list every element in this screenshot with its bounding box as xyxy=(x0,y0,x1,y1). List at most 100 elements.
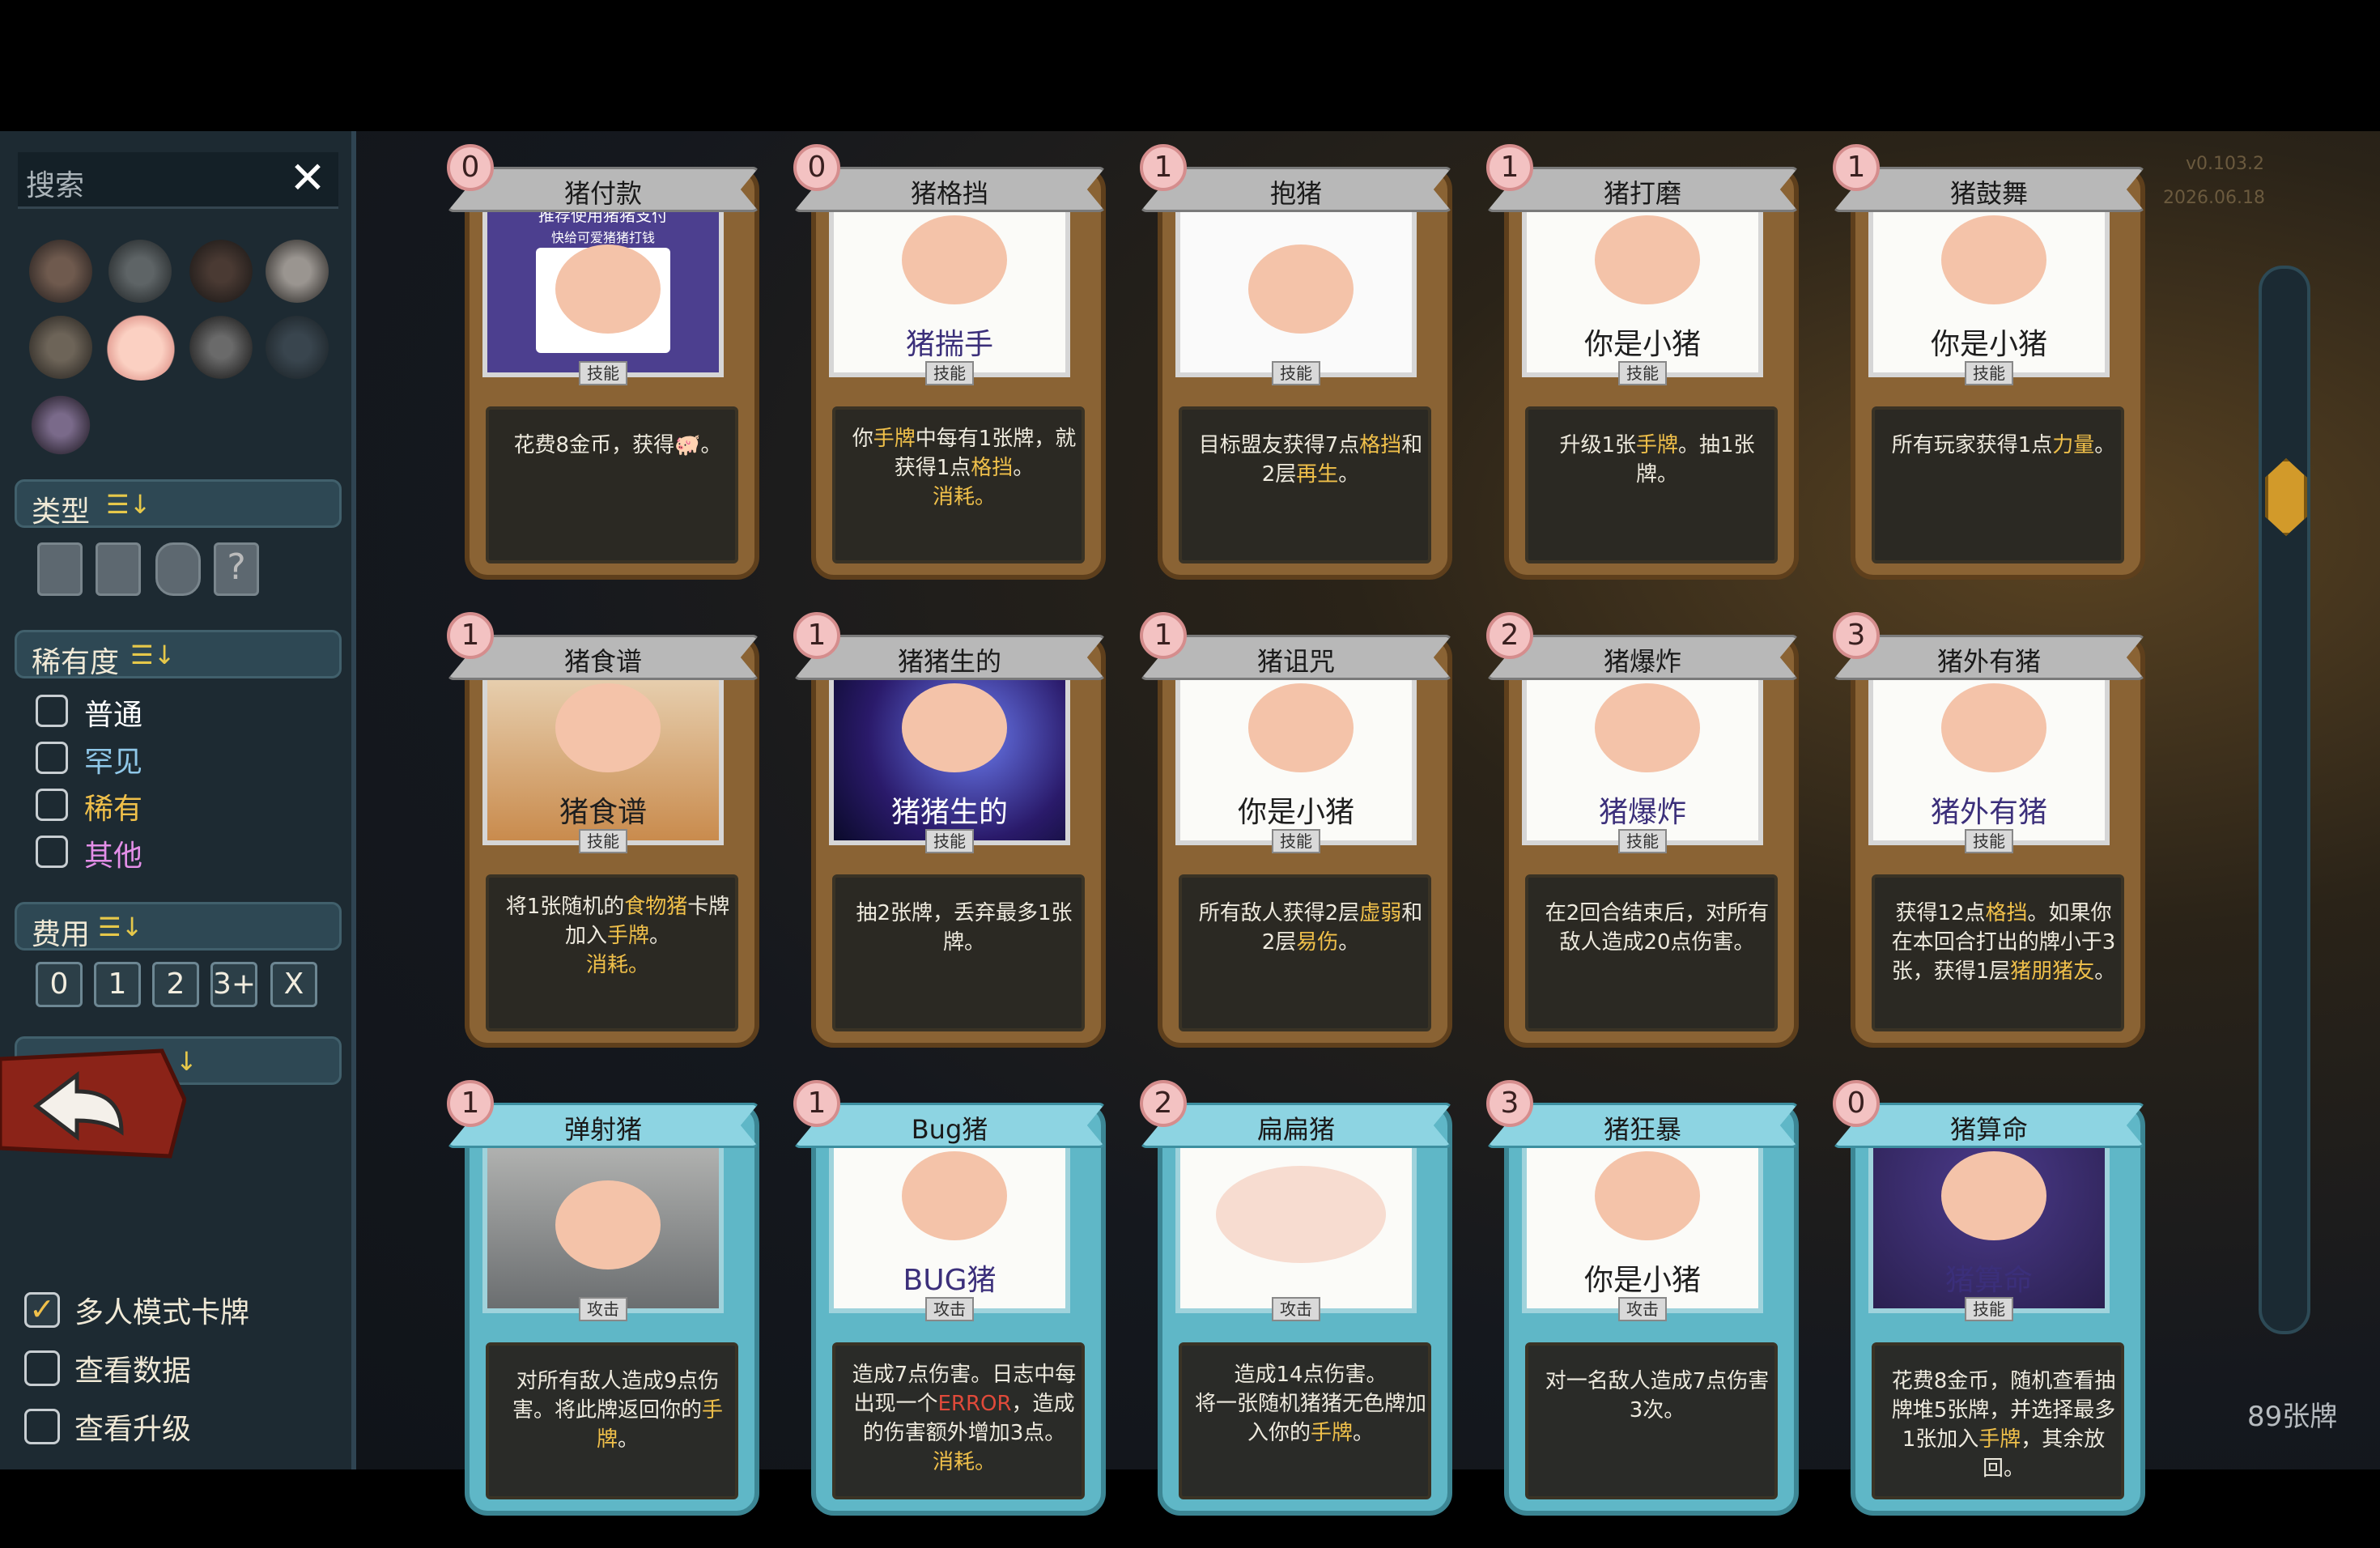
card-description-box: 你手牌中每有1张牌，就获得1点格挡。 消耗。 xyxy=(832,406,1085,563)
card-猪爆炸[interactable]: 在2回合结束后，对所有敌人造成20点伤害。 猪爆炸 技能 猪爆炸 2 xyxy=(1486,612,1799,1049)
cost-3plus-button[interactable]: 3+ xyxy=(210,962,257,1007)
rarity-uncommon-checkbox[interactable] xyxy=(36,742,68,774)
card-name: 猪诅咒 xyxy=(1256,646,1335,677)
cost-0-button[interactable]: 0 xyxy=(36,962,83,1007)
card-猪猪生的[interactable]: 抽2张牌，丢弃最多1张牌。 猪猪生的 技能 猪猪生的 1 xyxy=(793,612,1106,1049)
card-猪鼓舞[interactable]: 所有玩家获得1点力量。 你是小猪 技能 猪鼓舞 1 xyxy=(1833,144,2145,581)
pig-icon xyxy=(1216,1166,1386,1263)
card-name: 弹射猪 xyxy=(563,1114,642,1145)
card-name: 猪格挡 xyxy=(910,178,988,209)
card-抱猪[interactable]: 目标盟友获得7点格挡和2层再生。 技能 抱猪 1 xyxy=(1140,144,1452,581)
card-猪诅咒[interactable]: 所有敌人获得2层虚弱和2层易伤。 你是小猪 技能 猪诅咒 1 xyxy=(1140,612,1452,1049)
skull-icon[interactable] xyxy=(266,240,329,303)
art-caption: 你是小猪 xyxy=(1583,1264,1701,1297)
card-description-box: 目标盟友获得7点格挡和2层再生。 xyxy=(1179,406,1431,563)
card-猪算命[interactable]: 花费8金币，随机查看抽牌堆5张牌，并选择最多1张加入手牌，其余放回。 猪算命 技能猪… xyxy=(1833,1080,2145,1517)
art-caption: BUG猪 xyxy=(903,1264,997,1297)
type-skill-button[interactable] xyxy=(96,542,141,596)
card-description-box: 抽2张牌，丢弃最多1张牌。 xyxy=(832,874,1085,1031)
card-description: 所有玩家获得1点力量。 xyxy=(1891,433,2116,457)
pig-icon xyxy=(1248,245,1354,334)
card-猪食谱[interactable]: 将1张随机的食物猪卡牌加入手牌。 消耗。 猪食谱 技能 猪食谱 1 xyxy=(447,612,759,1049)
card-type-label: 攻击 xyxy=(925,1297,974,1321)
type-filter-header[interactable]: 类型 ☰↓ xyxy=(15,479,342,529)
multiplayer-cards-label: 多人模式卡牌 xyxy=(74,1296,250,1329)
type-attack-button[interactable] xyxy=(37,542,83,596)
beast-skull-icon[interactable] xyxy=(108,240,172,303)
card-description: 抽2张牌，丢弃最多1张牌。 xyxy=(856,901,1073,955)
cost-x-button[interactable]: X xyxy=(270,962,317,1007)
type-power-button[interactable] xyxy=(155,542,201,596)
pig-icon xyxy=(555,245,661,334)
card-description: 花费8金币，获得🐖。 xyxy=(513,433,722,457)
pig-icon xyxy=(902,1151,1007,1240)
card-description: 对一名敌人造成7点伤害3次。 xyxy=(1545,1369,1770,1423)
paw-icon[interactable] xyxy=(29,316,92,379)
red-claw-icon[interactable] xyxy=(29,240,92,303)
rarity-common-checkbox[interactable] xyxy=(36,695,68,727)
card-description: 你手牌中每有1张牌，就获得1点格挡。 消耗。 xyxy=(852,427,1077,509)
card-description-box: 花费8金币，获得🐖。 xyxy=(486,406,738,563)
sort-icon[interactable]: ☰↓ xyxy=(98,912,143,942)
pig-icon xyxy=(1941,683,2046,772)
card-description-box: 获得12点格挡。如果你在本回合打出的牌小于3张，获得1层猪朋猪友。 xyxy=(1872,874,2124,1031)
card-description: 目标盟友获得7点格挡和2层再生。 xyxy=(1198,433,1423,487)
card-Bug猪[interactable]: 造成7点伤害。日志中每出现一个ERROR，造成的伤害额外增加3点。 消耗。 BUG猪… xyxy=(793,1080,1106,1517)
pig-icon[interactable] xyxy=(104,311,178,381)
card-art: 猪算命 xyxy=(1868,1129,2110,1313)
pig-icon xyxy=(902,683,1007,772)
card-description-box: 所有玩家获得1点力量。 xyxy=(1872,406,2124,563)
card-name: 抱猪 xyxy=(1269,178,1322,209)
card-art: 你是小猪 xyxy=(1522,1129,1763,1313)
card-cost: 1 xyxy=(447,1080,494,1127)
search-input[interactable]: 搜索 ✕ xyxy=(18,152,338,209)
card-猪外有猪[interactable]: 获得12点格挡。如果你在本回合打出的牌小于3张，获得1层猪朋猪友。 猪外有猪 技能猪… xyxy=(1833,612,2145,1049)
cost-filter-header[interactable]: 费用 ☰↓ xyxy=(15,902,342,951)
multiplayer-cards-checkbox[interactable]: ✓ xyxy=(24,1292,60,1328)
pig-icon xyxy=(1595,1151,1700,1240)
scrollbar-track[interactable] xyxy=(2259,266,2310,1334)
type-other-button[interactable]: ? xyxy=(214,542,259,596)
view-stats-checkbox[interactable] xyxy=(24,1350,60,1386)
back-button[interactable] xyxy=(0,1043,187,1164)
card-弹射猪[interactable]: 对所有敌人造成9点伤害。将此牌返回你的手牌。 攻击 弹射猪 1 xyxy=(447,1080,759,1517)
sort-icon[interactable]: ☰↓ xyxy=(106,489,151,520)
card-art: 猪猪生的 xyxy=(829,661,1070,845)
card-猪狂暴[interactable]: 对一名敌人造成7点伤害3次。 你是小猪 攻击 猪狂暴 3 xyxy=(1486,1080,1799,1517)
card-description: 获得12点格挡。如果你在本回合打出的牌小于3张，获得1层猪朋猪友。 xyxy=(1891,901,2116,984)
card-猪付款[interactable]: 花费8金币，获得🐖。 推荐使用猪猪支付 快给可爱猪猪打钱 技能 猪付款 0 xyxy=(447,144,759,581)
art-caption: 猪爆炸 xyxy=(1598,796,1686,829)
cost-1-button[interactable]: 1 xyxy=(94,962,141,1007)
rarity-filter-header[interactable]: 稀有度 ☰↓ xyxy=(15,630,342,679)
card-description-box: 对一名敌人造成7点伤害3次。 xyxy=(1525,1342,1778,1499)
dark-creature-icon[interactable] xyxy=(266,316,329,379)
card-扁扁猪[interactable]: 造成14点伤害。 将一张随机猪猪无色牌加入你的手牌。 攻击 扁扁猪 2 xyxy=(1140,1080,1452,1517)
card-type-label: 技能 xyxy=(925,829,974,853)
view-upgrades-checkbox[interactable] xyxy=(24,1409,60,1444)
card-description-box: 造成14点伤害。 将一张随机猪猪无色牌加入你的手牌。 xyxy=(1179,1342,1431,1499)
card-art: 猪食谱 xyxy=(482,661,724,845)
rarity-rare-label: 稀有 xyxy=(84,793,143,826)
card-description: 花费8金币，随机查看抽牌堆5张牌，并选择最多1张加入手牌，其余放回。 xyxy=(1891,1369,2116,1481)
card-type-label: 技能 xyxy=(1618,829,1667,853)
card-name: 猪爆炸 xyxy=(1603,646,1681,677)
cost-2-button[interactable]: 2 xyxy=(152,962,199,1007)
card-cost: 0 xyxy=(793,144,840,191)
rarity-other-checkbox[interactable] xyxy=(36,836,68,868)
orb-icon[interactable] xyxy=(189,316,253,379)
card-猪格挡[interactable]: 你手牌中每有1张牌，就获得1点格挡。 消耗。 猪揣手 技能 猪格挡 0 xyxy=(793,144,1106,581)
card-cost: 1 xyxy=(1140,144,1187,191)
star-dagger-icon[interactable] xyxy=(189,240,253,303)
art-caption: 猪食谱 xyxy=(559,796,647,829)
sort-icon[interactable]: ☰↓ xyxy=(130,640,176,670)
card-art: BUG猪 xyxy=(829,1129,1070,1313)
card-description: 造成14点伤害。 将一张随机猪猪无色牌加入你的手牌。 xyxy=(1194,1363,1426,1445)
card-description: 将1张随机的食物猪卡牌加入手牌。 消耗。 xyxy=(505,895,730,977)
pig-icon xyxy=(902,215,1007,304)
crystal-icon[interactable] xyxy=(29,393,92,457)
close-icon[interactable]: ✕ xyxy=(287,156,329,200)
card-猪打磨[interactable]: 升级1张手牌。抽1张牌。 你是小猪 技能 猪打磨 1 xyxy=(1486,144,1799,581)
rarity-rare-checkbox[interactable] xyxy=(36,789,68,821)
art-caption: 你是小猪 xyxy=(1930,328,2047,361)
card-description-box: 花费8金币，随机查看抽牌堆5张牌，并选择最多1张加入手牌，其余放回。 xyxy=(1872,1342,2124,1499)
